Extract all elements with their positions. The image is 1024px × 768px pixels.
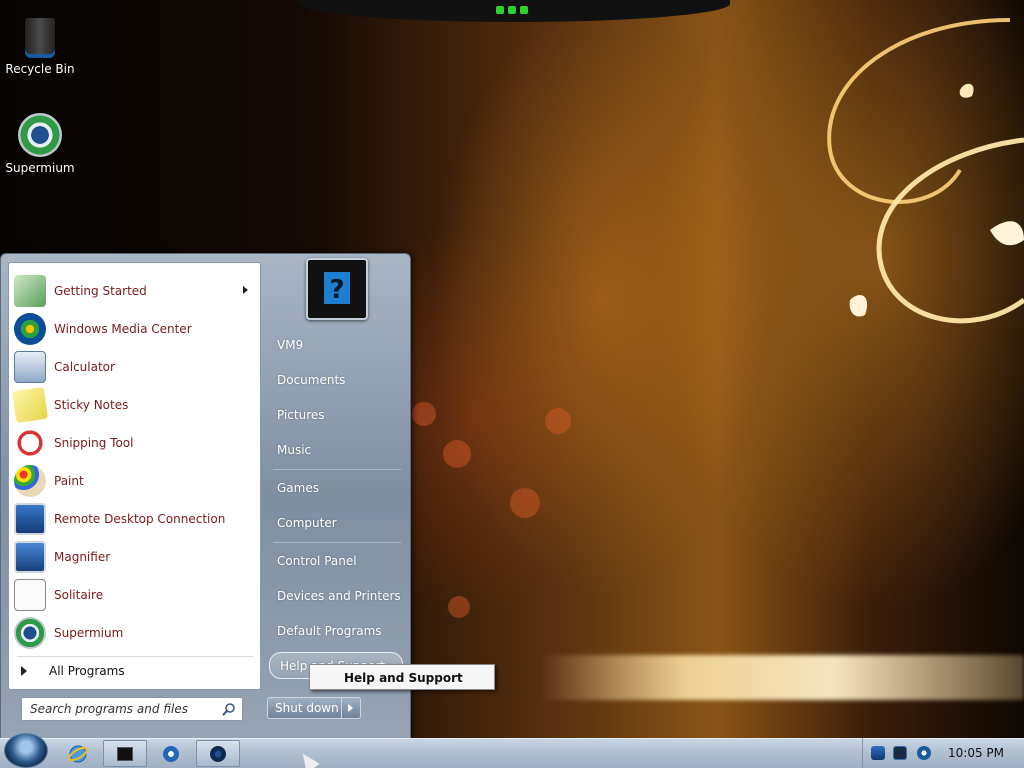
right-link-label: Control Panel — [277, 554, 357, 568]
internet-explorer-icon — [68, 745, 88, 762]
right-link-label: Default Programs — [277, 624, 382, 638]
right-link-label: Music — [277, 443, 312, 457]
sticky-notes-icon — [11, 386, 49, 424]
chevron-right-icon — [348, 704, 353, 712]
shutdown-button[interactable]: Shut down — [268, 698, 342, 718]
wallpaper-bokeh — [510, 488, 540, 518]
right-link-control-panel[interactable]: Control Panel — [267, 546, 403, 576]
programs-separator — [17, 656, 253, 657]
media-player-icon — [163, 745, 179, 762]
program-sticky-notes[interactable]: Sticky Notes — [11, 386, 258, 424]
wallpaper-light-band — [540, 655, 1024, 700]
taskbar-supermium[interactable] — [196, 740, 240, 767]
program-calculator[interactable]: Calculator — [11, 348, 258, 386]
submenu-arrow-icon[interactable] — [243, 286, 248, 294]
solitaire-icon — [14, 579, 46, 611]
right-link-label: Devices and Printers — [277, 589, 401, 603]
volume-icon[interactable] — [917, 746, 931, 760]
program-remote-desktop-connection[interactable]: Remote Desktop Connection — [11, 500, 258, 538]
program-label: Solitaire — [54, 588, 104, 602]
right-link-label: Documents — [277, 373, 346, 387]
right-pane-separator — [273, 542, 401, 543]
wallpaper-green-light — [496, 6, 504, 14]
wallpaper-green-light — [508, 6, 516, 14]
supermium-browser-icon — [18, 113, 62, 157]
program-label: Getting Started — [54, 284, 147, 298]
right-link-devices-and-printers[interactable]: Devices and Printers — [267, 581, 403, 611]
help-question-icon: ? — [324, 272, 350, 305]
right-link-default-programs[interactable]: Default Programs — [267, 616, 403, 646]
right-link-music[interactable]: Music — [267, 435, 403, 465]
program-label: Supermium — [54, 626, 124, 640]
user-account-picture[interactable]: ? — [306, 258, 368, 320]
snipping-tool-icon — [14, 427, 46, 459]
wallpaper-bokeh — [448, 596, 470, 618]
right-pane-separator — [273, 469, 401, 470]
program-label: Sticky Notes — [54, 398, 129, 412]
program-magnifier[interactable]: Magnifier — [11, 538, 258, 576]
getting-started-icon — [14, 275, 46, 307]
remote-desktop-icon — [14, 503, 46, 535]
start-button[interactable] — [4, 733, 48, 768]
right-link-games[interactable]: Games — [267, 473, 403, 503]
program-label: Remote Desktop Connection — [54, 512, 226, 526]
svg-text:?: ? — [329, 275, 344, 305]
all-programs-label: All Programs — [49, 664, 125, 678]
calculator-icon — [14, 351, 46, 383]
search-placeholder: Search programs and files — [30, 702, 188, 716]
desktop-icon-label: Recycle Bin — [5, 62, 75, 76]
shield-icon[interactable] — [871, 746, 885, 760]
desktop-icon-label: Supermium — [5, 161, 75, 175]
network-icon[interactable] — [893, 746, 907, 760]
shutdown-button-group: Shut down — [267, 697, 361, 719]
taskbar-clock[interactable]: 10:05 PM — [948, 746, 1004, 760]
right-link-label: VM9 — [277, 338, 304, 352]
search-icon[interactable] — [222, 702, 236, 716]
wallpaper-top-bar — [300, 0, 730, 22]
shutdown-label: Shut down — [275, 701, 339, 715]
program-solitaire[interactable]: Solitaire — [11, 576, 258, 614]
windows-media-center-icon — [14, 313, 46, 345]
recycle-bin-icon — [25, 18, 55, 58]
right-link-computer[interactable]: Computer — [267, 508, 403, 538]
wallpaper-bokeh — [545, 408, 571, 434]
tooltip-help-and-support: Help and Support — [309, 664, 495, 690]
wallpaper-swirl — [827, 18, 1024, 324]
right-link-pictures[interactable]: Pictures — [267, 400, 403, 430]
program-supermium[interactable]: Supermium — [11, 614, 258, 652]
shutdown-options-button[interactable] — [342, 698, 360, 718]
desktop-icon-recycle-bin[interactable]: Recycle Bin — [0, 8, 80, 76]
right-link-label: Games — [277, 481, 319, 495]
command-prompt-icon — [117, 746, 133, 761]
program-label: Calculator — [54, 360, 115, 374]
magnifier-icon — [14, 541, 46, 573]
windows-logo-icon — [5, 734, 47, 767]
supermium-browser-icon — [210, 745, 226, 762]
program-paint[interactable]: Paint — [11, 462, 258, 500]
program-label: Magnifier — [54, 550, 111, 564]
supermium-browser-icon — [14, 617, 46, 649]
right-link-label: Computer — [277, 516, 337, 530]
search-input[interactable]: Search programs and files — [21, 697, 243, 721]
start-menu-programs-pane: Getting Started Windows Media Center Cal… — [8, 262, 261, 690]
program-windows-media-center[interactable]: Windows Media Center — [11, 310, 258, 348]
program-getting-started[interactable]: Getting Started — [11, 272, 258, 310]
taskbar-command-prompt[interactable] — [103, 740, 147, 767]
paint-icon — [14, 465, 46, 497]
wallpaper-green-light — [520, 6, 528, 14]
wallpaper-bokeh — [412, 402, 436, 426]
right-link-label: Pictures — [277, 408, 325, 422]
program-label: Snipping Tool — [54, 436, 134, 450]
wallpaper-bokeh — [443, 440, 471, 468]
program-label: Windows Media Center — [54, 322, 192, 336]
right-link-documents[interactable]: Documents — [267, 365, 403, 395]
all-programs-button[interactable]: All Programs — [11, 660, 258, 682]
right-link-user[interactable]: VM9 — [267, 330, 403, 360]
taskbar-internet-explorer[interactable] — [60, 740, 96, 767]
all-programs-arrow-icon — [21, 666, 27, 676]
desktop-icon-supermium[interactable]: Supermium — [0, 113, 80, 175]
program-label: Paint — [54, 474, 84, 488]
taskbar-media-player[interactable] — [152, 740, 190, 767]
program-snipping-tool[interactable]: Snipping Tool — [11, 424, 258, 462]
